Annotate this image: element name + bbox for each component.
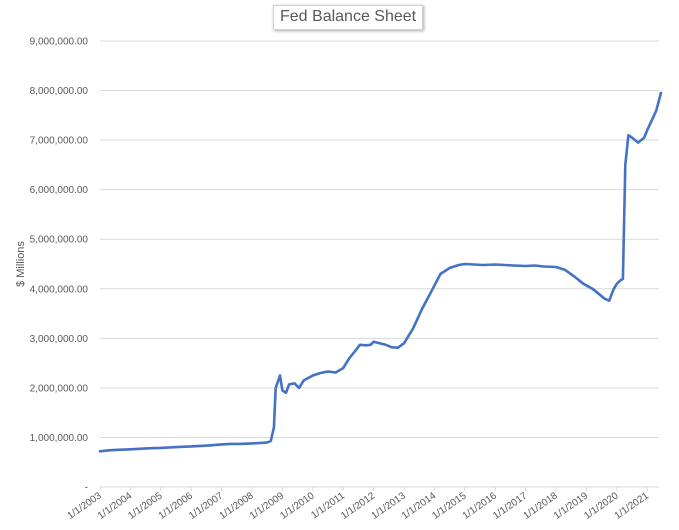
- y-tick-label: 5,000,000.00: [30, 235, 89, 246]
- y-tick-label: 1,000,000.00: [30, 433, 89, 444]
- line-chart: - 1,000,000.00 2,000,000.00 3,000,000.00 4,0…: [15, 37, 663, 522]
- y-tick-label: 9,000,000.00: [30, 37, 89, 48]
- y-tick-label: 6,000,000.00: [30, 185, 89, 196]
- gridlines: [100, 40, 659, 438]
- y-tick-label: 2,000,000.00: [30, 383, 89, 394]
- x-axis-tick-labels: 1/1/20031/1/20041/1/20051/1/20061/1/2007…: [66, 490, 652, 522]
- y-axis-tick-labels: - 1,000,000.00 2,000,000.00 3,000,000.00 4,0…: [30, 37, 89, 494]
- y-tick-label: 3,000,000.00: [30, 334, 89, 345]
- x-axis: [99, 486, 659, 491]
- x-tick-label: 1/1/2021: [613, 490, 652, 522]
- y-tick-label: 7,000,000.00: [30, 136, 89, 147]
- y-axis-label: $ Millions: [15, 241, 27, 287]
- y-tick-label: -: [85, 483, 88, 494]
- y-tick-label: 4,000,000.00: [30, 284, 89, 295]
- series-line-fed-balance-sheet: [98, 91, 663, 453]
- y-tick-label: 8,000,000.00: [30, 86, 89, 97]
- x-tick-label: 1/1/2010: [278, 490, 317, 522]
- series-group: [98, 91, 663, 453]
